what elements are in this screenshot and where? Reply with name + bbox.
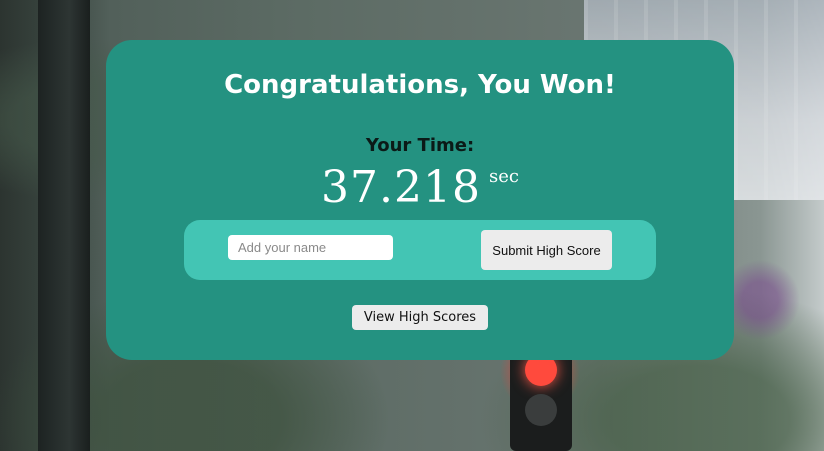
time-display: 37.218 sec: [106, 162, 734, 213]
dialog-title: Congratulations, You Won!: [224, 70, 616, 100]
high-score-form: Submit High Score: [184, 220, 656, 280]
background-pole: [38, 0, 90, 451]
traffic-light-off-lamp: [525, 394, 557, 426]
background-traffic-light: [510, 350, 572, 451]
submit-high-score-button[interactable]: Submit High Score: [481, 230, 612, 270]
time-unit: sec: [488, 166, 519, 187]
name-input[interactable]: [228, 235, 393, 260]
time-value: 37.218: [321, 162, 481, 213]
win-dialog: Congratulations, You Won! Your Time: 37.…: [106, 40, 734, 360]
time-label: Your Time:: [365, 135, 475, 156]
view-high-scores-button[interactable]: View High Scores: [352, 305, 488, 330]
